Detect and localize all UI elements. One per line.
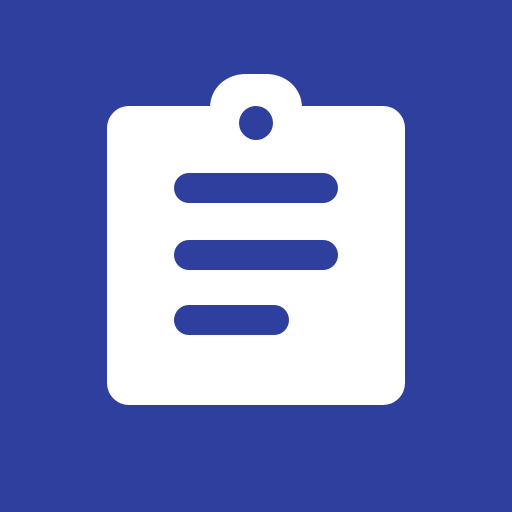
app-icon-tile	[0, 0, 512, 512]
clipboard-list-icon	[0, 0, 512, 512]
clipboard-hole	[239, 106, 273, 140]
